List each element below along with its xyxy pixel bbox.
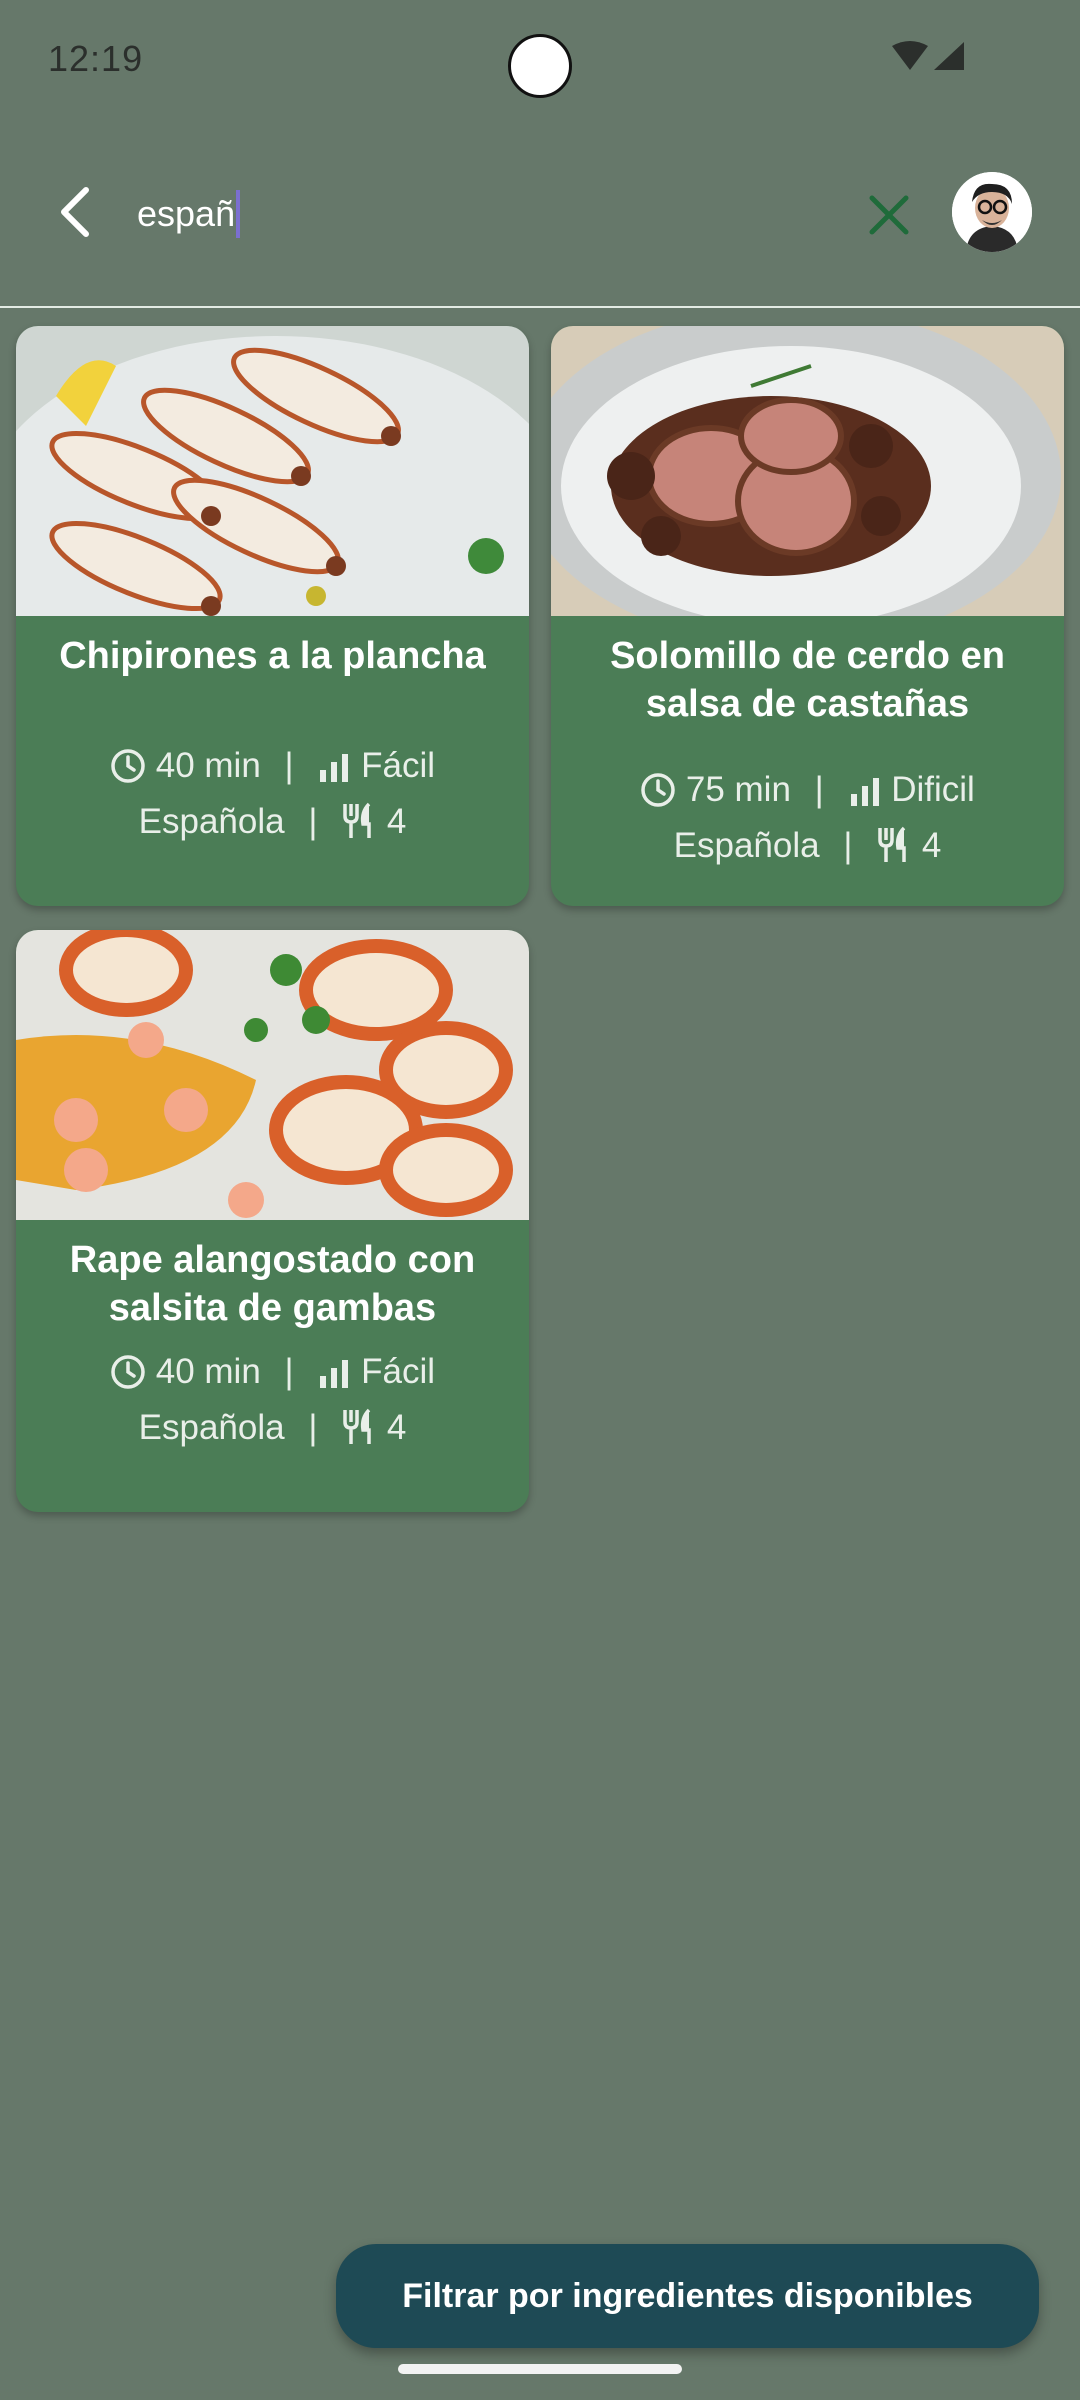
recipe-title: Solomillo de cerdo en salsa de castañas (610, 635, 1005, 725)
status-bar: 12:19 (0, 0, 1080, 120)
difficulty-bars-icon (850, 778, 879, 806)
pork-tenderloin-photo (551, 326, 1064, 616)
recipe-meta-time-difficulty: 40 min | Fácil (16, 1345, 529, 1399)
cutlery-icon (878, 826, 906, 862)
search-bar (0, 150, 1080, 276)
recipe-difficulty: Dificil (891, 770, 975, 809)
recipe-title: Chipirones a la plancha (59, 635, 486, 677)
recipe-cuisine: Española (138, 802, 285, 841)
recipe-time: 75 min (685, 770, 791, 809)
status-time: 12:19 (48, 38, 144, 79)
recipe-time: 40 min (155, 1352, 261, 1391)
difficulty-bars-icon (320, 1360, 349, 1388)
recipe-difficulty: Fácil (361, 1352, 435, 1391)
recipe-card[interactable]: Rape alangostado con salsita de gambas 4… (16, 930, 529, 1512)
recipe-meta-cuisine-servings: Española | 4 (16, 1401, 529, 1455)
avatar[interactable] (952, 172, 1032, 252)
cutlery-icon (343, 1408, 371, 1444)
recipe-meta-time-difficulty: 75 min | Dificil (551, 763, 1064, 817)
difficulty-bars-icon (320, 754, 349, 782)
recipe-cuisine: Española (138, 1408, 285, 1447)
recipe-servings: 4 (386, 802, 407, 841)
filter-by-ingredients-button[interactable]: Filtrar por ingredientes disponibles (336, 2244, 1039, 2348)
clock-icon (111, 1355, 145, 1389)
separator: | (284, 1352, 294, 1391)
recipe-meta-time-difficulty: 40 min | Fácil (16, 739, 529, 793)
recipe-card[interactable]: Solomillo de cerdo en salsa de castañas … (551, 326, 1064, 906)
separator: | (308, 1408, 318, 1447)
home-indicator[interactable] (398, 2364, 682, 2374)
monkfish-shrimp-photo (16, 930, 529, 1220)
separator: | (308, 802, 318, 841)
grilled-squid-photo (16, 326, 529, 616)
recipe-difficulty: Fácil (361, 746, 435, 785)
clear-search-icon[interactable] (862, 188, 916, 242)
search-input[interactable] (137, 188, 837, 240)
wifi-signal-icon (892, 41, 964, 70)
recipe-title: Rape alangostado con salsita de gambas (69, 1239, 476, 1329)
recipe-card[interactable]: Chipirones a la plancha 40 min | Fácil E… (16, 326, 529, 906)
clock-icon (641, 773, 675, 807)
clock-icon (111, 749, 145, 783)
header-divider (0, 306, 1080, 308)
user-avatar-icon (952, 172, 1032, 252)
recipe-meta-cuisine-servings: Española | 4 (551, 819, 1064, 873)
separator: | (843, 826, 853, 865)
text-cursor (236, 190, 240, 238)
back-arrow-icon[interactable] (44, 180, 108, 244)
recipe-meta-cuisine-servings: Española | 4 (16, 795, 529, 849)
separator: | (814, 770, 824, 809)
recipe-servings: 4 (386, 1408, 407, 1447)
recipe-time: 40 min (155, 746, 261, 785)
camera-cutout (508, 34, 572, 98)
cutlery-icon (343, 802, 371, 838)
separator: | (284, 746, 294, 785)
recipe-servings: 4 (921, 826, 942, 865)
recipe-cuisine: Española (673, 826, 820, 865)
